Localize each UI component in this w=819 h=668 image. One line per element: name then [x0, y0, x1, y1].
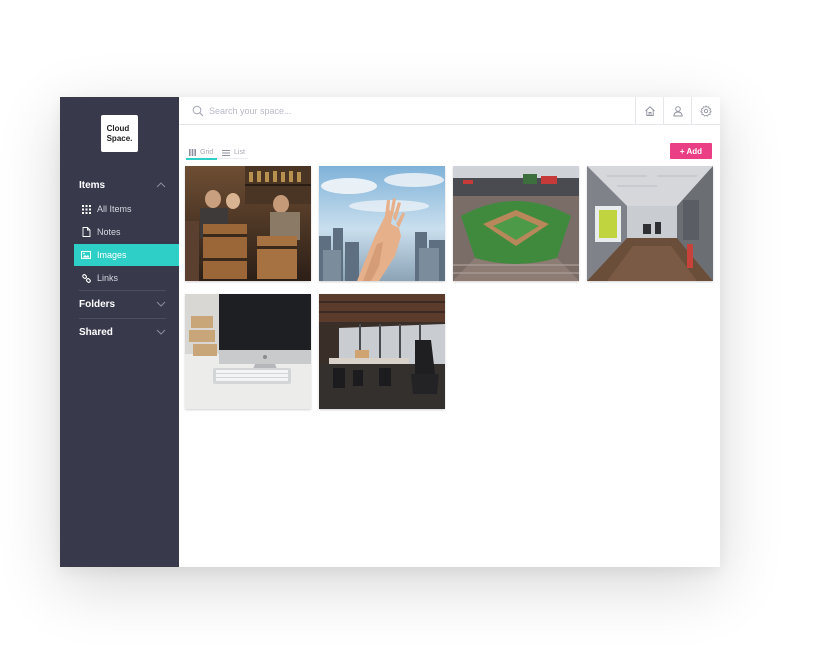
- add-button[interactable]: + Add: [670, 143, 712, 159]
- document-icon: [81, 227, 91, 237]
- sidebar-item-label: All Items: [97, 204, 132, 214]
- home-button[interactable]: [635, 97, 663, 125]
- sidebar-item-label: Images: [97, 250, 127, 260]
- active-tab-indicator: [186, 158, 217, 160]
- section-items-label: Items: [79, 179, 106, 191]
- hallway-photo: [587, 166, 713, 281]
- settings-button[interactable]: [691, 97, 719, 125]
- image-thumbnail-hallway[interactable]: [587, 166, 713, 281]
- sidebar-item-label: Notes: [97, 227, 121, 237]
- image-thumbnail-stadium[interactable]: [453, 166, 579, 281]
- search-icon: [192, 105, 204, 117]
- main-content: Grid List + Add: [179, 97, 720, 567]
- tab-grid-label: Grid: [200, 149, 214, 156]
- image-thumbnail-city[interactable]: [319, 166, 445, 281]
- link-icon: [81, 273, 91, 283]
- home-icon: [644, 106, 655, 116]
- bar-photo: [185, 166, 311, 281]
- sidebar-item-images[interactable]: Images: [74, 244, 179, 266]
- sidebar-item-notes[interactable]: Notes: [74, 221, 179, 243]
- stage: Cloud Space. Items All Items Notes Image…: [0, 0, 819, 668]
- city-photo: [319, 166, 445, 281]
- section-shared-label: Shared: [79, 326, 113, 338]
- section-folders[interactable]: Folders: [79, 294, 166, 314]
- divider: [79, 290, 166, 291]
- tab-grid[interactable]: Grid: [189, 147, 213, 158]
- section-folders-label: Folders: [79, 298, 116, 310]
- tab-list-label: List: [234, 149, 245, 156]
- sidebar-item-links[interactable]: Links: [74, 267, 179, 289]
- logo[interactable]: Cloud Space.: [101, 115, 138, 152]
- tab-list[interactable]: List: [222, 147, 245, 158]
- section-shared[interactable]: Shared: [79, 322, 166, 342]
- divider: [79, 318, 166, 319]
- office-photo: [319, 294, 445, 409]
- grid-icon: [189, 149, 196, 156]
- grid-icon: [81, 204, 91, 214]
- sidebar-item-label: Links: [97, 273, 119, 283]
- desk-photo: [185, 294, 311, 409]
- section-items[interactable]: Items: [79, 175, 166, 195]
- gear-icon: [699, 105, 712, 117]
- search-input[interactable]: [209, 102, 589, 120]
- sidebar: Cloud Space. Items All Items Notes Image…: [60, 97, 179, 567]
- profile-button[interactable]: [663, 97, 691, 125]
- chevron-down-icon: [156, 301, 166, 307]
- user-icon: [672, 106, 683, 117]
- image-icon: [81, 250, 91, 260]
- sidebar-item-all-items[interactable]: All Items: [74, 198, 179, 220]
- app-window: Cloud Space. Items All Items Notes Image…: [60, 97, 720, 567]
- image-thumbnail-bar[interactable]: [185, 166, 311, 281]
- image-thumbnail-desk[interactable]: [185, 294, 311, 409]
- logo-text: Cloud Space.: [106, 123, 133, 143]
- stadium-photo: [453, 166, 579, 281]
- chevron-up-icon: [156, 182, 166, 188]
- image-thumbnail-office[interactable]: [319, 294, 445, 409]
- topbar: [179, 97, 720, 125]
- chevron-down-icon: [156, 329, 166, 335]
- list-icon: [222, 149, 230, 156]
